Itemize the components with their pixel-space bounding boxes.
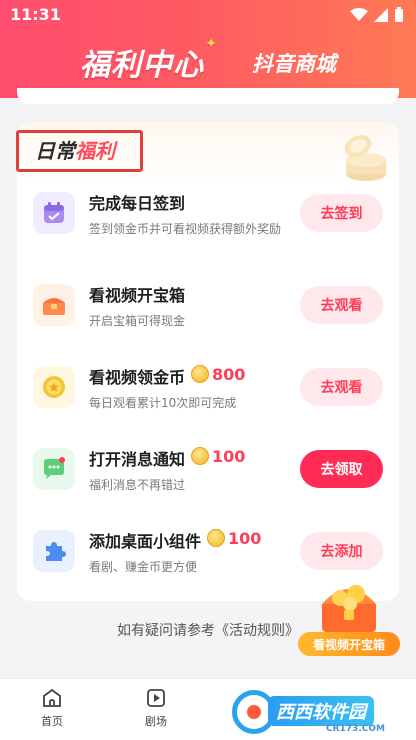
tab-welfare-label: 福利中心 [80, 48, 204, 83]
coin-icon [191, 447, 210, 465]
coin-reward: 100 [207, 529, 261, 548]
coin-stack-icon [344, 135, 386, 181]
coin-amount: 800 [212, 364, 246, 384]
nav-theater[interactable]: 剧场 [126, 687, 186, 729]
task-daily-checkin: 完成每日签到 签到领金币并可看视频获得额外奖励 去签到 [17, 192, 399, 272]
coin-icon [207, 529, 226, 547]
message-bubble-icon [33, 448, 75, 490]
tab-douyin-mall[interactable]: 抖音商城 [252, 48, 336, 78]
task-title: 添加桌面小组件 100 [89, 528, 261, 552]
task-title: 看视频领金币 800 [89, 364, 245, 388]
task-enable-notifications: 打开消息通知 100 福利消息不再错过 去领取 [17, 446, 399, 528]
claim-button[interactable]: 去领取 [300, 450, 383, 488]
watermark-sub: CR173.COM [326, 724, 385, 734]
calendar-icon [33, 192, 75, 234]
task-title: 完成每日签到 [89, 190, 185, 214]
task-desc: 每日观看累计10次即可完成 [89, 396, 237, 410]
task-watch-open-chest: 看视频开宝箱 开启宝箱可得现金 去观看 [17, 284, 399, 364]
watermark-text: 西西软件园 [268, 696, 374, 726]
task-title-text: 打开消息通知 [89, 450, 186, 469]
watermark: 西西软件园 CR173.COM [218, 686, 416, 740]
header: 11:31 福利中心 ✦ 抖音商城 [0, 0, 416, 98]
status-bar: 11:31 [10, 4, 404, 26]
top-card-remnant [17, 88, 399, 104]
checkin-button[interactable]: 去签到 [300, 194, 383, 232]
status-icons [350, 7, 404, 23]
status-time: 11:31 [10, 5, 61, 24]
task-title: 看视频开宝箱 [89, 282, 185, 306]
task-title-text: 看视频领金币 [89, 368, 186, 387]
coin-amount: 100 [212, 446, 246, 466]
coin-icon [191, 365, 210, 383]
coin-reward: 800 [191, 365, 245, 384]
coin-amount: 100 [228, 528, 262, 548]
watch-button[interactable]: 去观看 [300, 286, 383, 324]
coin-reward: 100 [191, 447, 245, 466]
header-tabs: 福利中心 ✦ 抖音商城 [0, 36, 416, 88]
puzzle-piece-icon [33, 530, 75, 572]
task-desc: 看剧、赚金币更方便 [89, 560, 198, 574]
gold-coin-icon [33, 366, 75, 408]
section-title-part1: 日常 [35, 139, 75, 163]
home-icon [43, 688, 61, 707]
battery-icon [395, 7, 403, 22]
treasure-chest-icon [33, 284, 75, 326]
task-desc: 开启宝箱可得现金 [89, 314, 186, 328]
task-title-text: 完成每日签到 [89, 194, 186, 213]
task-watch-earn-coins: 看视频领金币 800 每日观看累计10次即可完成 去观看 [17, 364, 399, 446]
treasure-chest-icon [322, 585, 376, 632]
sparkle-icon: ✦ [205, 36, 218, 52]
task-desc: 签到领金币并可看视频获得额外奖励 [89, 222, 282, 236]
task-desc: 福利消息不再错过 [89, 478, 186, 492]
signal-icon [374, 8, 388, 22]
floating-treasure-chest[interactable]: 看视频开宝箱 [298, 578, 400, 656]
section-title: 日常福利 [16, 130, 143, 172]
open-chest-label[interactable]: 看视频开宝箱 [298, 632, 400, 656]
nav-theater-label: 剧场 [145, 715, 167, 728]
section-title-part2: 福利 [75, 139, 115, 163]
wifi-icon [350, 8, 368, 21]
nav-home-label: 首页 [41, 715, 63, 728]
task-title: 打开消息通知 100 [89, 446, 245, 470]
add-widget-button[interactable]: 去添加 [300, 532, 383, 570]
task-title-text: 看视频开宝箱 [89, 286, 186, 305]
theater-icon [147, 689, 165, 707]
nav-home[interactable]: 首页 [22, 687, 82, 729]
tab-welfare-center[interactable]: 福利中心 ✦ [80, 36, 217, 84]
watch-button[interactable]: 去观看 [300, 368, 383, 406]
task-title-text: 添加桌面小组件 [89, 532, 202, 551]
